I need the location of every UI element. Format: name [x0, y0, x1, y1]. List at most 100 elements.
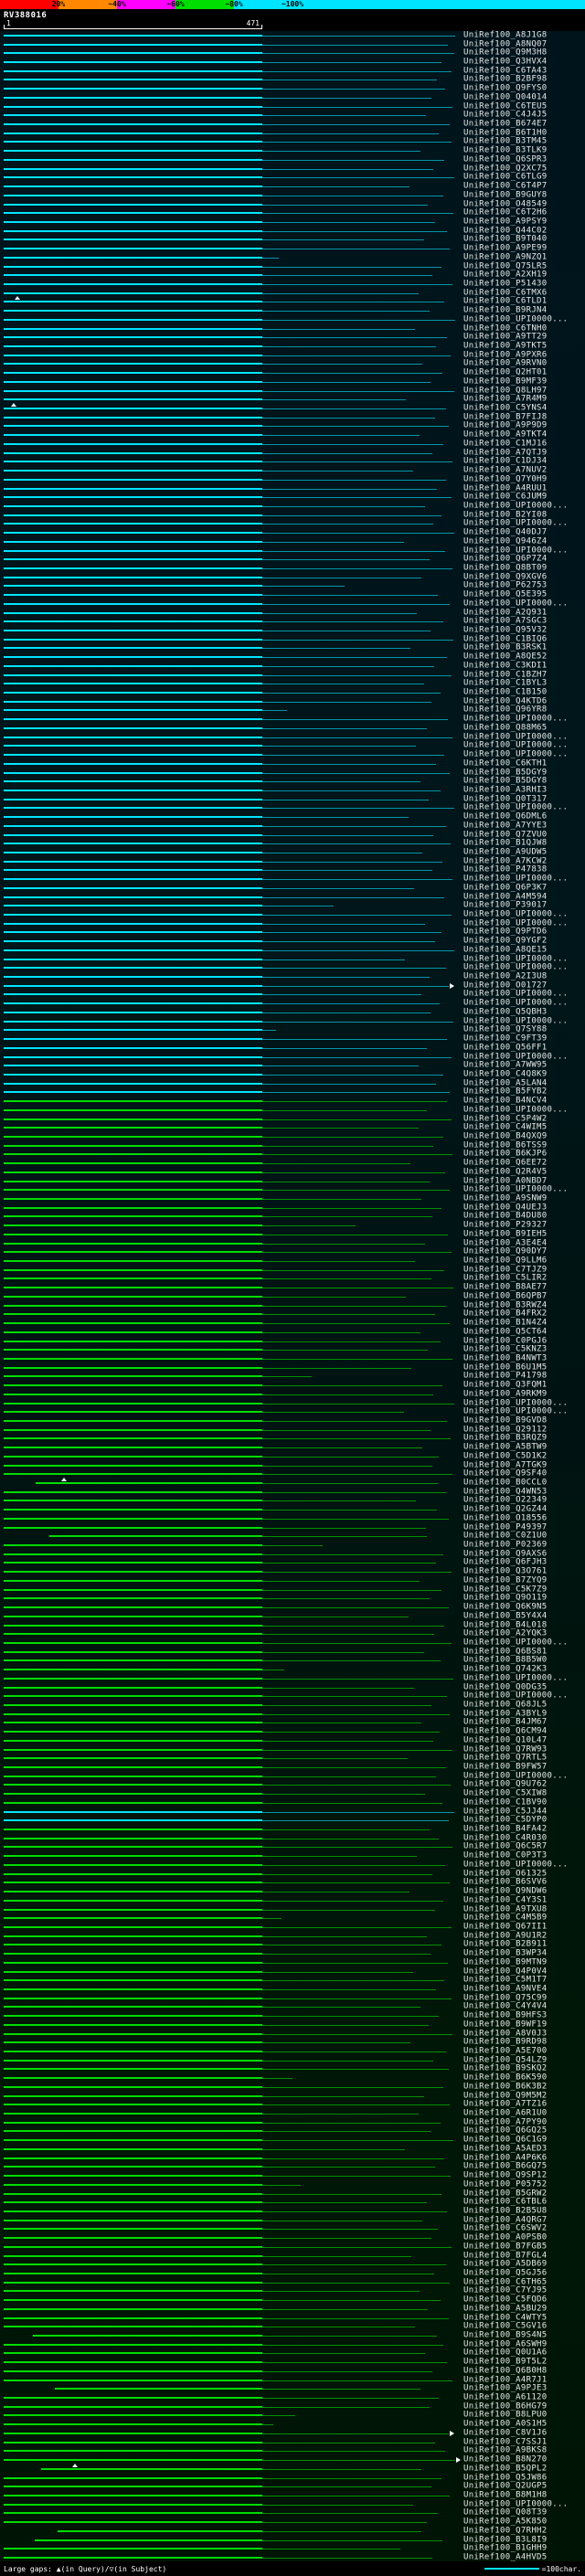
hit-accession-label[interactable]: UniRef100_B4JM67: [463, 1718, 548, 1727]
hit-accession-label[interactable]: UniRef100_A3RHI3: [463, 786, 548, 794]
hit-accession-label[interactable]: UniRef100_B674E7: [463, 120, 548, 129]
hit-accession-label[interactable]: UniRef100_B9MF39: [463, 377, 548, 386]
hit-accession-label[interactable]: UniRef100_C6TH65: [463, 2278, 548, 2286]
hit-accession-label[interactable]: UniRef100_Q6P7Z4: [463, 555, 548, 564]
hit-accession-label[interactable]: UniRef100_Q6C1G9: [463, 2136, 548, 2145]
hit-accession-label[interactable]: UniRef100_Q2HT01: [463, 368, 548, 377]
hit-accession-label[interactable]: UniRef100_Q7RHH2: [463, 2527, 548, 2535]
hit-accession-label[interactable]: UniRef100_Q9O119: [463, 1594, 548, 1603]
hit-accession-label[interactable]: UniRef100_B8AE77: [463, 1283, 548, 1292]
hit-accession-label[interactable]: UniRef100_Q0U1A6: [463, 2348, 548, 2358]
hit-accession-label[interactable]: UniRef100_A7KCW2: [463, 857, 548, 865]
hit-accession-label[interactable]: UniRef100_B6TSS9: [463, 1141, 548, 1150]
hit-accession-label[interactable]: UniRef100_B9GVD8: [463, 1416, 548, 1425]
hit-accession-label[interactable]: UniRef100_A2Q931: [463, 609, 548, 617]
hit-accession-label[interactable]: UniRef100_A8QE52: [463, 652, 548, 662]
hit-accession-label[interactable]: UniRef100_C1DJ34: [463, 457, 548, 466]
hit-accession-label[interactable]: UniRef100_B6K590: [463, 2073, 548, 2083]
hit-accession-label[interactable]: UniRef100_Q6EE72: [463, 1159, 548, 1168]
hit-accession-label[interactable]: UniRef100_B4NCV4: [463, 1097, 548, 1106]
hit-accession-label[interactable]: UniRef100_Q8BT09: [463, 564, 548, 572]
hit-accession-label[interactable]: UniRef100_P41798: [463, 1372, 548, 1381]
hit-accession-label[interactable]: UniRef100_Q40DJ7: [463, 528, 548, 537]
hit-accession-label[interactable]: UniRef100_A9PXR6: [463, 351, 548, 359]
hit-accession-label[interactable]: UniRef100_C5YNS4: [463, 404, 548, 413]
hit-accession-label[interactable]: UniRef100_Q4UEJ3: [463, 1203, 548, 1212]
hit-accession-label[interactable]: UniRef100_UPI0000...: [463, 1053, 568, 1061]
hit-accession-label[interactable]: UniRef100_B9T040: [463, 235, 548, 244]
hit-accession-label[interactable]: UniRef100_Q9M3H8: [463, 48, 548, 58]
hit-accession-label[interactable]: UniRef100_A8QE15: [463, 946, 548, 954]
hit-accession-label[interactable]: UniRef100_C1B150: [463, 688, 548, 697]
hit-accession-label[interactable]: UniRef100_A7WW95: [463, 1061, 548, 1070]
hit-accession-label[interactable]: UniRef100_Q9YGF2: [463, 937, 548, 946]
hit-accession-label[interactable]: UniRef100_B4QXQ9: [463, 1132, 548, 1140]
hit-accession-label[interactable]: UniRef100_A2XH19: [463, 270, 548, 280]
hit-accession-label[interactable]: UniRef100_A7PY90: [463, 2118, 548, 2126]
hit-accession-label[interactable]: UniRef100_P05752: [463, 2180, 548, 2189]
hit-accession-label[interactable]: UniRef100_B6T1H0: [463, 129, 548, 137]
hit-accession-label[interactable]: UniRef100_Q2XC75: [463, 164, 548, 173]
hit-accession-label[interactable]: UniRef100_B6GQ75: [463, 2162, 548, 2171]
hit-accession-label[interactable]: UniRef100_A4M594: [463, 893, 548, 901]
hit-accession-label[interactable]: UniRef100_B5DGY8: [463, 777, 548, 786]
hit-accession-label[interactable]: UniRef100_B3L8I9: [463, 2536, 548, 2544]
hit-accession-label[interactable]: UniRef100_C1MJ16: [463, 440, 548, 448]
hit-accession-label[interactable]: UniRef100_C3KDI1: [463, 662, 548, 670]
hit-accession-label[interactable]: UniRef100_C4WTY5: [463, 2314, 548, 2322]
hit-accession-label[interactable]: UniRef100_B4DU80: [463, 1212, 548, 1221]
hit-accession-label[interactable]: UniRef100_B6QPB7: [463, 1292, 548, 1300]
hit-accession-label[interactable]: UniRef100_A9TKT4: [463, 430, 548, 440]
hit-accession-label[interactable]: UniRef100_Q9AXS6: [463, 1550, 548, 1558]
hit-accession-label[interactable]: UniRef100_A0PSB0: [463, 2233, 548, 2242]
hit-accession-label[interactable]: UniRef100_A2I3U8: [463, 972, 548, 981]
hit-accession-label[interactable]: UniRef100_Q90DY7: [463, 1247, 548, 1256]
hit-accession-label[interactable]: UniRef100_C6TA43: [463, 67, 548, 75]
hit-accession-label[interactable]: UniRef100_B6KJP6: [463, 1150, 548, 1159]
hit-accession-label[interactable]: UniRef100_A9TXU8: [463, 1905, 548, 1913]
hit-accession-label[interactable]: UniRef100_Q6CM94: [463, 1727, 548, 1736]
hit-accession-label[interactable]: UniRef100_A9TT29: [463, 333, 548, 342]
hit-accession-label[interactable]: UniRef100_P51430: [463, 280, 548, 288]
hit-accession-label[interactable]: UniRef100_Q68JL5: [463, 1701, 548, 1709]
hit-accession-label[interactable]: UniRef100_Q9FYS0: [463, 84, 548, 93]
hit-accession-label[interactable]: UniRef100_B9SKQ2: [463, 2064, 548, 2073]
hit-accession-label[interactable]: UniRef100_B6HG79: [463, 2402, 548, 2411]
hit-accession-label[interactable]: UniRef100_B8N270: [463, 2455, 548, 2465]
hit-accession-label[interactable]: UniRef100_A9P9D9: [463, 421, 548, 430]
hit-accession-label[interactable]: UniRef100_Q6C5R7: [463, 1842, 548, 1851]
hit-accession-label[interactable]: UniRef100_B9IEH5: [463, 1230, 548, 1238]
hit-accession-label[interactable]: UniRef100_Q2GZ44: [463, 1505, 548, 1514]
hit-accession-label[interactable]: UniRef100_A8J1G8: [463, 31, 548, 39]
hit-accession-label[interactable]: UniRef100_C1BV90: [463, 1798, 548, 1807]
hit-accession-label[interactable]: UniRef100_A6SWH9: [463, 2340, 548, 2348]
hit-accession-label[interactable]: UniRef100_P47838: [463, 865, 548, 875]
hit-accession-label[interactable]: UniRef100_B7ZYQ9: [463, 1576, 548, 1585]
hit-accession-label[interactable]: UniRef100_P62753: [463, 581, 548, 590]
hit-accession-label[interactable]: UniRef100_Q08T39: [463, 2508, 548, 2518]
hit-accession-label[interactable]: UniRef100_B8LPU0: [463, 2411, 548, 2420]
hit-accession-label[interactable]: UniRef100_Q9NDW6: [463, 1887, 548, 1896]
hit-accession-label[interactable]: UniRef100_Q2R4V5: [463, 1168, 548, 1176]
hit-accession-label[interactable]: UniRef100_O61325: [463, 1870, 548, 1878]
hit-accession-label[interactable]: UniRef100_C6KTH1: [463, 759, 548, 768]
hit-accession-label[interactable]: UniRef100_C4WIM5: [463, 1123, 548, 1132]
hit-accession-label[interactable]: UniRef100_C5D1K2: [463, 1452, 548, 1460]
hit-accession-label[interactable]: UniRef100_C0P3T3: [463, 1851, 548, 1860]
hit-accession-label[interactable]: UniRef100_B7FGL4: [463, 2252, 548, 2260]
hit-accession-label[interactable]: UniRef100_C1BZH7: [463, 671, 548, 679]
hit-accession-label[interactable]: UniRef100_Q67II1: [463, 1923, 548, 1931]
hit-accession-label[interactable]: UniRef100_O22349: [463, 1496, 548, 1505]
hit-accession-label[interactable]: UniRef100_B9RJN4: [463, 306, 548, 315]
hit-accession-label[interactable]: UniRef100_C6TMX6: [463, 289, 548, 297]
hit-accession-label[interactable]: UniRef100_UPI0000...: [463, 546, 568, 555]
hit-accession-label[interactable]: UniRef100_Q95V32: [463, 626, 548, 635]
hit-accession-label[interactable]: UniRef100_C5GV16: [463, 2322, 548, 2331]
hit-accession-label[interactable]: UniRef100_B5DGY9: [463, 769, 548, 777]
hit-accession-label[interactable]: UniRef100_UPI0000...: [463, 599, 568, 608]
hit-accession-label[interactable]: UniRef100_UPI0000...: [463, 803, 568, 812]
hit-accession-label[interactable]: UniRef100_Q04014: [463, 93, 548, 101]
hit-accession-label[interactable]: UniRef100_C6T2H6: [463, 208, 548, 217]
hit-accession-label[interactable]: UniRef100_C7YJ95: [463, 2286, 548, 2295]
hit-accession-label[interactable]: UniRef100_C6TBL6: [463, 2198, 548, 2207]
